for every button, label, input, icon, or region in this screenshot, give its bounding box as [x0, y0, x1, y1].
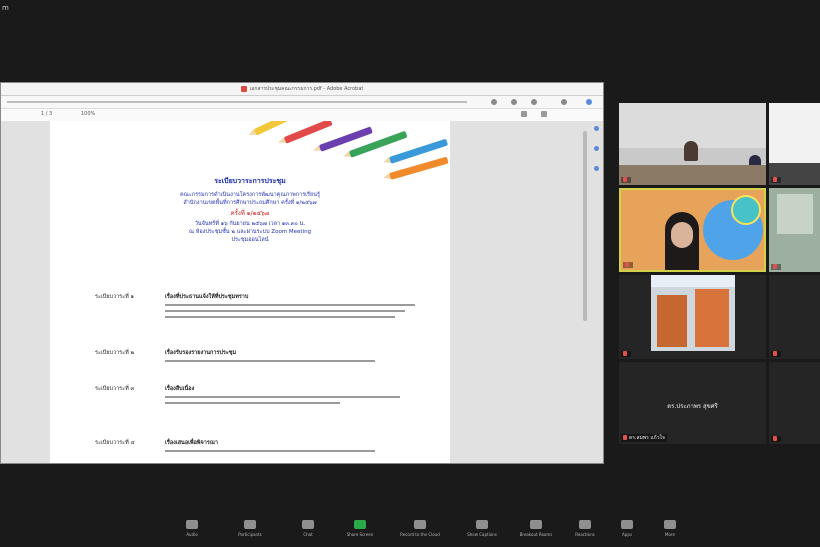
page-indicator[interactable]: 1 / 3 — [41, 111, 52, 117]
app-title: m — [2, 4, 9, 12]
participant-name — [771, 436, 781, 442]
pencil-image — [253, 121, 293, 136]
settings-icon[interactable] — [561, 99, 567, 105]
breakout-rooms-button[interactable]: Breakout Rooms — [514, 520, 558, 537]
mic-muted-icon — [773, 264, 777, 269]
scrollbar[interactable] — [583, 131, 587, 321]
participant-name — [771, 264, 781, 270]
apps-icon — [621, 520, 633, 529]
participant-name — [621, 351, 631, 357]
participant-name — [771, 351, 781, 357]
participant-name — [621, 177, 631, 183]
video-tile[interactable]: ดร.ประภาพร สุขศรี ดร.สมพร แก้วใจ — [619, 362, 766, 444]
comment-icon[interactable] — [594, 146, 599, 151]
video-tile[interactable] — [769, 275, 820, 359]
participant-name — [771, 177, 781, 183]
document-subheading: คณะกรรมการดำเนินงานโครงการพัฒนาคุณภาพการ… — [180, 192, 320, 206]
download-icon[interactable] — [541, 111, 547, 117]
chat-button[interactable]: Chat — [286, 520, 330, 537]
print-icon[interactable] — [521, 111, 527, 117]
shared-window-titlebar: เอกสารประชุมคณะกรรมการ.pdf - Adobe Acrob… — [1, 83, 603, 96]
mic-muted-icon — [623, 435, 627, 440]
more-button[interactable]: More — [648, 520, 692, 537]
document-heading: ระเบียบวาระการประชุม — [214, 177, 286, 185]
address-bar[interactable] — [7, 101, 467, 103]
active-speaker-tile[interactable] — [619, 188, 766, 272]
pdf-icon — [240, 85, 247, 92]
captions-icon — [476, 520, 488, 529]
video-tile[interactable] — [769, 188, 820, 272]
captions-button[interactable]: Show Captions — [460, 520, 504, 537]
record-button[interactable]: Record to the Cloud — [398, 520, 442, 537]
chat-icon — [302, 520, 314, 529]
pencil-image — [283, 121, 333, 144]
mic-muted-icon — [625, 262, 629, 267]
back-icon[interactable] — [491, 99, 497, 105]
bookmark-icon[interactable] — [594, 166, 599, 171]
video-tile[interactable] — [769, 362, 820, 444]
reactions-button[interactable]: Reactions — [563, 520, 607, 537]
badge-icon — [731, 195, 761, 225]
participant-figure — [684, 141, 698, 161]
mic-muted-icon — [773, 177, 777, 182]
pdf-page: ระเบียบวาระการประชุม คณะกรรมการดำเนินงาน… — [50, 121, 450, 463]
meeting-details: วันจันทร์ที่ ๑๖ กันยายน ๒๕๖๗ เวลา ๑๓.๓๐ … — [188, 221, 312, 243]
video-tile[interactable] — [769, 103, 820, 185]
refresh-icon[interactable] — [531, 99, 537, 105]
participants-icon — [244, 520, 256, 529]
more-icon — [664, 520, 676, 529]
pdf-viewer: ระเบียบวาระการประชุม คณะกรรมการดำเนินงาน… — [1, 121, 603, 463]
mic-muted-icon — [773, 351, 777, 356]
mic-muted-icon — [773, 436, 777, 441]
video-tile[interactable] — [619, 275, 766, 359]
speaker-face — [671, 222, 693, 248]
mic-muted-icon — [623, 351, 627, 356]
share-screen-button[interactable]: Share Screen — [338, 520, 382, 537]
browser-toolbar — [1, 96, 603, 109]
microphone-icon — [186, 520, 198, 529]
participants-button[interactable]: Participants — [228, 520, 272, 537]
record-icon — [414, 520, 426, 529]
apps-button[interactable]: Apps — [605, 520, 649, 537]
participant-photo — [651, 275, 735, 351]
audio-button[interactable]: Audio — [170, 520, 214, 537]
breakout-rooms-icon — [530, 520, 542, 529]
document-header: ระเบียบวาระการประชุม คณะกรรมการดำเนินงาน… — [50, 176, 450, 244]
mic-muted-icon — [623, 177, 627, 182]
participant-display-name: ดร.ประภาพร สุขศรี — [667, 403, 718, 411]
forward-icon[interactable] — [511, 99, 517, 105]
participant-name — [623, 262, 633, 268]
participant-name: ดร.สมพร แก้วใจ — [621, 434, 667, 442]
zoom-level[interactable]: 100% — [81, 111, 95, 117]
reactions-icon — [579, 520, 591, 529]
profile-icon[interactable] — [586, 99, 592, 105]
meeting-control-bar: Audio Participants Chat Share Screen Rec… — [0, 506, 820, 547]
annotation-icon[interactable] — [594, 126, 599, 131]
shared-screen: เอกสารประชุมคณะกรรมการ.pdf - Adobe Acrob… — [0, 82, 604, 464]
session-line: ครั้งที่ ๑/๒๕๖๗ — [230, 210, 270, 217]
video-tile[interactable] — [619, 103, 766, 185]
share-screen-icon — [354, 520, 366, 529]
shared-window-title: เอกสารประชุมคณะกรรมการ.pdf - Adobe Acrob… — [249, 86, 364, 92]
